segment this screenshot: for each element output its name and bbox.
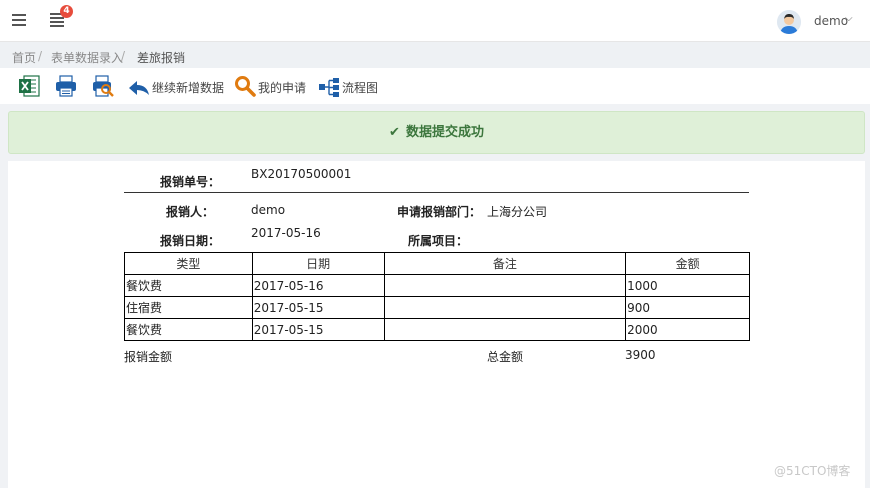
cell-date: 2017-05-15 [251,296,385,319]
department-label: 申请报销部门： [397,205,482,219]
cell-type: 住宿费 [124,296,253,319]
total-amount-value: 3900 [625,348,656,362]
voucher-no-label: 报销单号： [160,175,221,189]
flowchart-icon[interactable] [318,76,340,98]
reimbursement-amount-label: 报销金额 [124,350,173,364]
total-amount-label: 总金额 [487,350,524,364]
hamburger-icon[interactable] [12,14,26,26]
chevron-down-icon[interactable]: ⌵ [845,13,853,24]
column-header-date: 日期 [251,252,385,275]
check-icon: ✔ [389,125,400,140]
cell-amount: 2000 [625,318,750,341]
breadcrumb-item-home[interactable]: 首页 [12,49,36,66]
breadcrumb: 首页 / 表单数据录入 / 差旅报销 [0,42,870,68]
project-label: 所属项目： [408,234,469,248]
voucher-no-value: BX20170500001 [251,167,352,181]
cell-type: 餐饮费 [124,274,253,297]
success-alert: ✔ 数据提交成功 [8,111,865,154]
printer-icon[interactable] [55,75,77,97]
breadcrumb-separator: / [38,49,43,63]
claimant-value: demo [251,203,286,217]
watermark: @51CTO博客 [774,464,851,478]
column-header-amount: 金额 [625,252,750,275]
cell-remarks [383,296,627,319]
alert-message: 数据提交成功 [405,125,484,140]
column-header-type: 类型 [124,252,253,275]
table-row: 餐饮费 2017-05-16 1000 [124,274,750,297]
continue-add-button[interactable]: 继续新增数据 [152,79,224,96]
user-menu-name[interactable]: demo [814,14,848,28]
cell-amount: 900 [625,296,750,319]
header-divider [124,192,749,193]
top-bar: 4 demo ⌵ [0,0,870,42]
cell-remarks [383,318,627,341]
toolbar: 继续新增数据 我的申请 流程图 [0,68,870,104]
table-row: 住宿费 2017-05-15 900 [124,296,750,319]
notification-badge: 4 [60,5,73,18]
cell-date: 2017-05-16 [251,274,385,297]
cell-date: 2017-05-15 [251,318,385,341]
column-header-remarks: 备注 [383,252,627,275]
expense-form-panel: 报销单号： BX20170500001 报销人： demo 申请报销部门： 上海… [8,161,865,488]
breadcrumb-separator: / [121,49,126,63]
excel-icon[interactable] [18,75,40,97]
print-preview-icon[interactable] [92,75,114,97]
table-row: 餐饮费 2017-05-15 2000 [124,318,750,341]
expense-table: 类型 日期 备注 金额 餐饮费 2017-05-16 1000 住宿费 2017… [124,252,750,341]
breadcrumb-item-data-entry[interactable]: 表单数据录入 [51,49,123,66]
claimant-label: 报销人： [166,205,215,219]
my-requests-button[interactable]: 我的申请 [258,79,306,96]
magnifier-icon[interactable] [234,75,256,97]
flowchart-button[interactable]: 流程图 [342,79,378,96]
avatar[interactable] [777,10,801,34]
department-value: 上海分公司 [487,205,548,219]
date-label: 报销日期： [160,234,221,248]
cell-type: 餐饮费 [124,318,253,341]
table-header-row: 类型 日期 备注 金额 [124,252,750,275]
user-avatar-icon [777,10,801,34]
back-arrow-icon[interactable] [128,77,150,99]
breadcrumb-item-travel-expense: 差旅报销 [137,51,186,65]
cell-amount: 1000 [625,274,750,297]
cell-remarks [383,274,627,297]
date-value: 2017-05-16 [251,226,321,240]
